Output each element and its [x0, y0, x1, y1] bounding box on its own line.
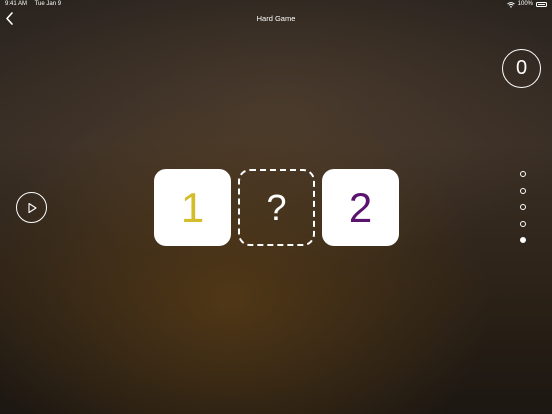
card-label: ? — [266, 186, 287, 228]
page-dot[interactable] — [520, 204, 526, 210]
play-icon — [27, 202, 37, 213]
battery-percent: 100% — [517, 1, 533, 7]
score-counter: 0 — [502, 49, 541, 88]
number-card-1[interactable]: 1 — [154, 169, 231, 246]
wifi-icon — [506, 1, 515, 8]
status-bar: 9:41 AM Tue Jan 9 100% — [0, 0, 552, 10]
page-dot[interactable] — [520, 171, 526, 177]
status-date: Tue Jan 9 — [34, 1, 62, 7]
number-card-2[interactable]: 2 — [322, 169, 399, 246]
card-label: 1 — [180, 183, 205, 231]
score-value: 0 — [515, 57, 528, 79]
card-label: 2 — [348, 183, 373, 231]
page-title: Hard Game — [256, 14, 296, 23]
battery-icon — [536, 2, 547, 7]
page-dot[interactable] — [520, 220, 526, 227]
status-time: 9:41 AM — [5, 1, 28, 7]
answer-slot[interactable]: ? — [238, 169, 315, 246]
page-dot[interactable] — [520, 187, 526, 194]
page-dot[interactable] — [520, 237, 526, 243]
play-button[interactable] — [16, 192, 47, 223]
page-indicator — [520, 171, 527, 254]
